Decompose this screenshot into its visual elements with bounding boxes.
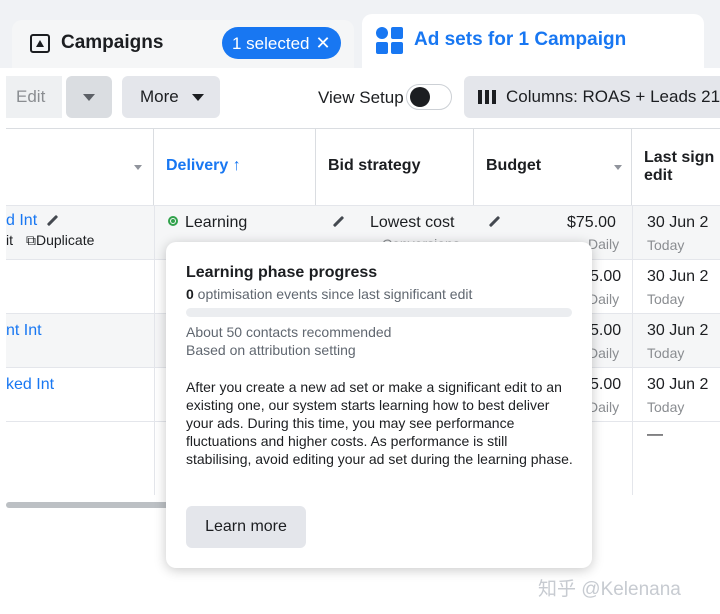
popover-body: After you create a new ad set or make a … — [186, 379, 573, 467]
more-button-label: More — [140, 87, 179, 106]
learning-phase-popover: Learning phase progress 0 optimisation e… — [166, 242, 592, 568]
header-bid-strategy[interactable]: Bid strategy — [316, 129, 474, 205]
last-edit-sub: Today — [647, 399, 685, 415]
selected-chip[interactable]: 1 selected ✕ — [222, 27, 341, 59]
adset-name-link[interactable]: d Int — [6, 212, 37, 230]
adsets-grid-icon — [376, 27, 404, 55]
last-edit-sub: Today — [647, 237, 685, 253]
sort-arrow-icon — [614, 165, 622, 170]
delivery-status: Learning — [185, 214, 248, 231]
budget-value: 5.00 — [590, 322, 622, 339]
columns-button[interactable]: Columns: ROAS + Leads 21 — [464, 76, 720, 118]
view-setup-toggle[interactable] — [406, 84, 452, 110]
header-name[interactable] — [6, 129, 154, 205]
header-last-edit-label: Last sign edit — [644, 149, 714, 185]
last-edit-value: 30 Jun 2 — [647, 214, 709, 231]
budget-sub: Daily — [588, 236, 620, 252]
close-icon[interactable]: ✕ — [316, 33, 331, 53]
duplicate-icon: ⧉ — [26, 232, 36, 248]
popover-title: Learning phase progress — [186, 264, 378, 281]
bid-strategy-value: Lowest cost — [370, 214, 455, 231]
duplicate-label: Duplicate — [36, 232, 95, 248]
columns-button-label: Columns: ROAS + Leads 21 — [506, 87, 720, 106]
more-button[interactable]: More — [122, 76, 220, 118]
budget-sub: Daily — [588, 399, 620, 415]
budget-sub: Daily — [588, 291, 620, 307]
edit-action[interactable]: it — [6, 232, 13, 248]
edit-dropdown-button[interactable] — [66, 76, 112, 118]
campaign-flag-icon — [30, 34, 50, 53]
popover-subtitle-text: optimisation events since last significa… — [193, 286, 473, 302]
sort-arrow-icon — [134, 165, 142, 170]
header-budget[interactable]: Budget — [474, 129, 632, 205]
selected-chip-label: 1 selected — [232, 34, 310, 53]
adset-name-link[interactable]: ked Int — [6, 376, 54, 394]
budget-value: 5.00 — [590, 376, 622, 393]
header-last-edit-line2: edit — [644, 167, 673, 184]
header-budget-label: Budget — [486, 157, 542, 174]
learning-progress-bar — [186, 308, 572, 317]
chevron-down-icon — [83, 94, 95, 101]
tab-bar: Campaigns 1 selected ✕ Ad sets for 1 Camp… — [0, 0, 720, 68]
edit-button[interactable]: Edit — [6, 76, 62, 118]
tab-adsets-label: Ad sets for 1 Campaign — [414, 29, 627, 50]
last-edit-value: — — [647, 426, 663, 443]
pencil-icon[interactable] — [332, 215, 345, 228]
status-dot-icon — [168, 216, 178, 226]
columns-icon — [478, 90, 496, 104]
last-edit-sub: Today — [647, 291, 685, 307]
tab-adsets[interactable]: Ad sets for 1 Campaign — [362, 14, 704, 68]
tab-campaigns-label: Campaigns — [61, 32, 164, 53]
last-edit-value: 30 Jun 2 — [647, 268, 709, 285]
header-last-edit[interactable]: Last sign edit — [632, 129, 720, 205]
view-setup-label: View Setup — [318, 88, 404, 107]
popover-note-recommended: About 50 contacts recommended — [186, 324, 392, 340]
column-divider — [154, 205, 155, 495]
learn-more-button[interactable]: Learn more — [186, 506, 306, 548]
last-edit-value: 30 Jun 2 — [647, 322, 709, 339]
header-delivery-label: Delivery ↑ — [166, 157, 241, 174]
last-edit-sub: Today — [647, 345, 685, 361]
last-edit-value: 30 Jun 2 — [647, 376, 709, 393]
header-bid-strategy-label: Bid strategy — [328, 157, 421, 174]
pencil-icon[interactable] — [46, 214, 59, 227]
budget-value: $75.00 — [567, 214, 616, 231]
horizontal-scrollbar[interactable] — [6, 502, 170, 508]
popover-note-attribution: Based on attribution setting — [186, 342, 356, 358]
tab-campaigns[interactable]: Campaigns 1 selected ✕ — [12, 20, 354, 68]
duplicate-action[interactable]: ⧉Duplicate — [26, 232, 94, 249]
watermark: 知乎 @Kelenana — [538, 579, 681, 600]
header-last-edit-line1: Last sign — [644, 149, 715, 166]
chevron-down-icon — [192, 94, 204, 101]
budget-sub: Daily — [588, 345, 620, 361]
popover-subtitle: 0 optimisation events since last signifi… — [186, 286, 472, 302]
toolbar: Edit More View Setup Columns: ROAS + Lea… — [0, 68, 720, 128]
optimisation-count: 0 — [186, 286, 194, 302]
pencil-icon[interactable] — [488, 215, 501, 228]
header-delivery[interactable]: Delivery ↑ — [154, 129, 316, 205]
column-divider — [632, 205, 633, 495]
budget-value: 5.00 — [590, 268, 622, 285]
adset-name-link[interactable]: nt Int — [6, 322, 42, 340]
